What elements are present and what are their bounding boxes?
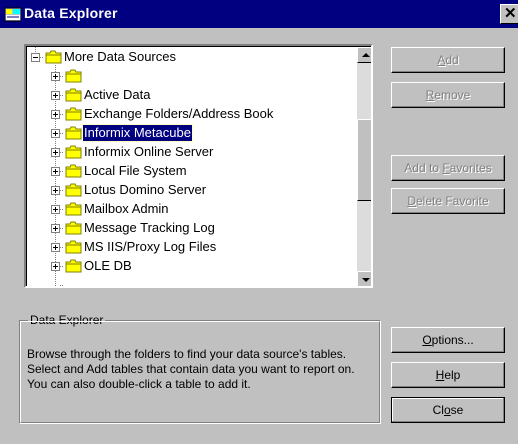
tree-item-label: More Data Sources [64,49,176,64]
scroll-down-button[interactable] [357,271,371,286]
arrow-down-icon [362,278,370,282]
tree-item-label: Active Data [84,87,151,102]
collapse-icon[interactable] [31,53,40,62]
close-icon: ✕ [504,5,517,22]
folder-icon [65,202,82,216]
folder-icon [65,69,82,83]
remove-button[interactable]: Remove [391,82,505,108]
folder-icon [65,126,82,140]
scroll-thumb[interactable] [357,119,371,201]
tree-item-informix-metacube[interactable]: Informix Metacube [27,124,357,144]
expand-icon[interactable] [51,224,60,233]
folder-icon [65,88,82,102]
folder-icon [65,259,82,273]
tree-item-label: Lotus Domino Server [84,182,207,197]
window-title: Data Explorer [24,5,118,21]
options-label-post: ptions... [431,333,474,347]
delete-favorite-button[interactable]: Delete Favorite [391,188,505,214]
help-label-post: elp [444,368,461,382]
tree-item-lotus-domino-server[interactable]: Lotus Domino Server [27,181,357,201]
folder-icon [65,240,82,254]
window-close-button[interactable]: ✕ [500,4,518,24]
title-bar: Data Explorer ✕ [0,0,518,28]
close-label-post: se [450,403,464,417]
folder-icon [65,164,82,178]
add-to-favorites-label-pre: Add to [404,161,443,175]
expand-icon[interactable] [51,129,60,138]
expand-icon[interactable] [51,205,60,214]
folder-icon [65,221,82,235]
tree-item-label: Message Tracking Log [84,220,215,235]
add-to-favorites-button[interactable]: Add to Favorites [391,155,505,181]
tree-item-mailbox-admin[interactable]: Mailbox Admin [27,200,357,220]
arrow-up-icon [362,53,370,57]
options-button[interactable]: Options... [391,327,505,353]
tree-item-exchange-folders[interactable]: Exchange Folders/Address Book [27,105,357,125]
tree-item-label: Exchange Folders/Address Book [84,106,274,121]
tree-item-informix-online-server[interactable]: Informix Online Server [27,143,357,163]
scroll-up-button[interactable] [357,47,371,63]
expand-icon[interactable] [51,243,60,252]
tree-item-more-data-sources[interactable]: More Data Sources [27,48,357,68]
tree-item-label: Informix Online Server [84,144,214,159]
add-button-label-post: dd [445,53,459,67]
add-button[interactable]: Add [391,47,505,73]
data-explorer-app-icon [5,7,21,22]
tree-item-label-selected: Informix Metacube [82,124,193,142]
tree-item-message-tracking-log[interactable]: Message Tracking Log [27,219,357,239]
data-explorer-info-group: Data Explorer Browse through the folders… [19,313,381,424]
add-to-favorites-accelerator: F [442,161,450,175]
tree-item-ole-db[interactable]: OLE DB [27,257,357,277]
folder-icon [65,107,82,121]
folder-icon [65,145,82,159]
tree-item-active-data[interactable]: Active Data [27,86,357,106]
expand-icon[interactable] [51,262,60,271]
expand-icon[interactable] [51,148,60,157]
expand-icon[interactable] [51,91,60,100]
close-button[interactable]: Close [391,397,505,423]
expand-icon[interactable] [51,167,60,176]
close-label-pre: Cl [432,403,444,417]
delete-favorite-accelerator: D [407,194,416,208]
tree-item-label: Mailbox Admin [84,201,169,216]
tree-item-label: Local File System [84,163,187,178]
data-source-tree[interactable]: More Data Sources Active Data Exchange F… [24,44,373,288]
tree-item-ms-iis-proxy-log-files[interactable]: MS IIS/Proxy Log Files [27,238,357,258]
options-accelerator: O [422,333,432,347]
folder-open-icon [45,50,62,64]
remove-button-label-post: emove [434,88,471,102]
expand-icon[interactable] [51,186,60,195]
folder-icon [65,183,82,197]
tree-vertical-scrollbar[interactable] [357,47,371,286]
add-to-favorites-label-post: avorites [449,161,492,175]
tree-item-label: OLE DB [84,258,132,273]
close-accelerator: o [443,403,451,417]
delete-favorite-label-post: elete Favorite [415,194,489,208]
tree-item-label: MS IIS/Proxy Log Files [84,239,217,254]
expand-icon[interactable] [51,110,60,119]
info-description: Browse through the folders to find your … [27,347,355,391]
tree-item-local-file-system[interactable]: Local File System [27,162,357,182]
expand-icon[interactable] [51,72,60,81]
remove-button-accelerator: R [425,88,435,102]
help-button[interactable]: Help [391,362,505,388]
info-group-legend: Data Explorer [28,313,106,327]
tree-item-unnamed[interactable] [27,67,357,87]
